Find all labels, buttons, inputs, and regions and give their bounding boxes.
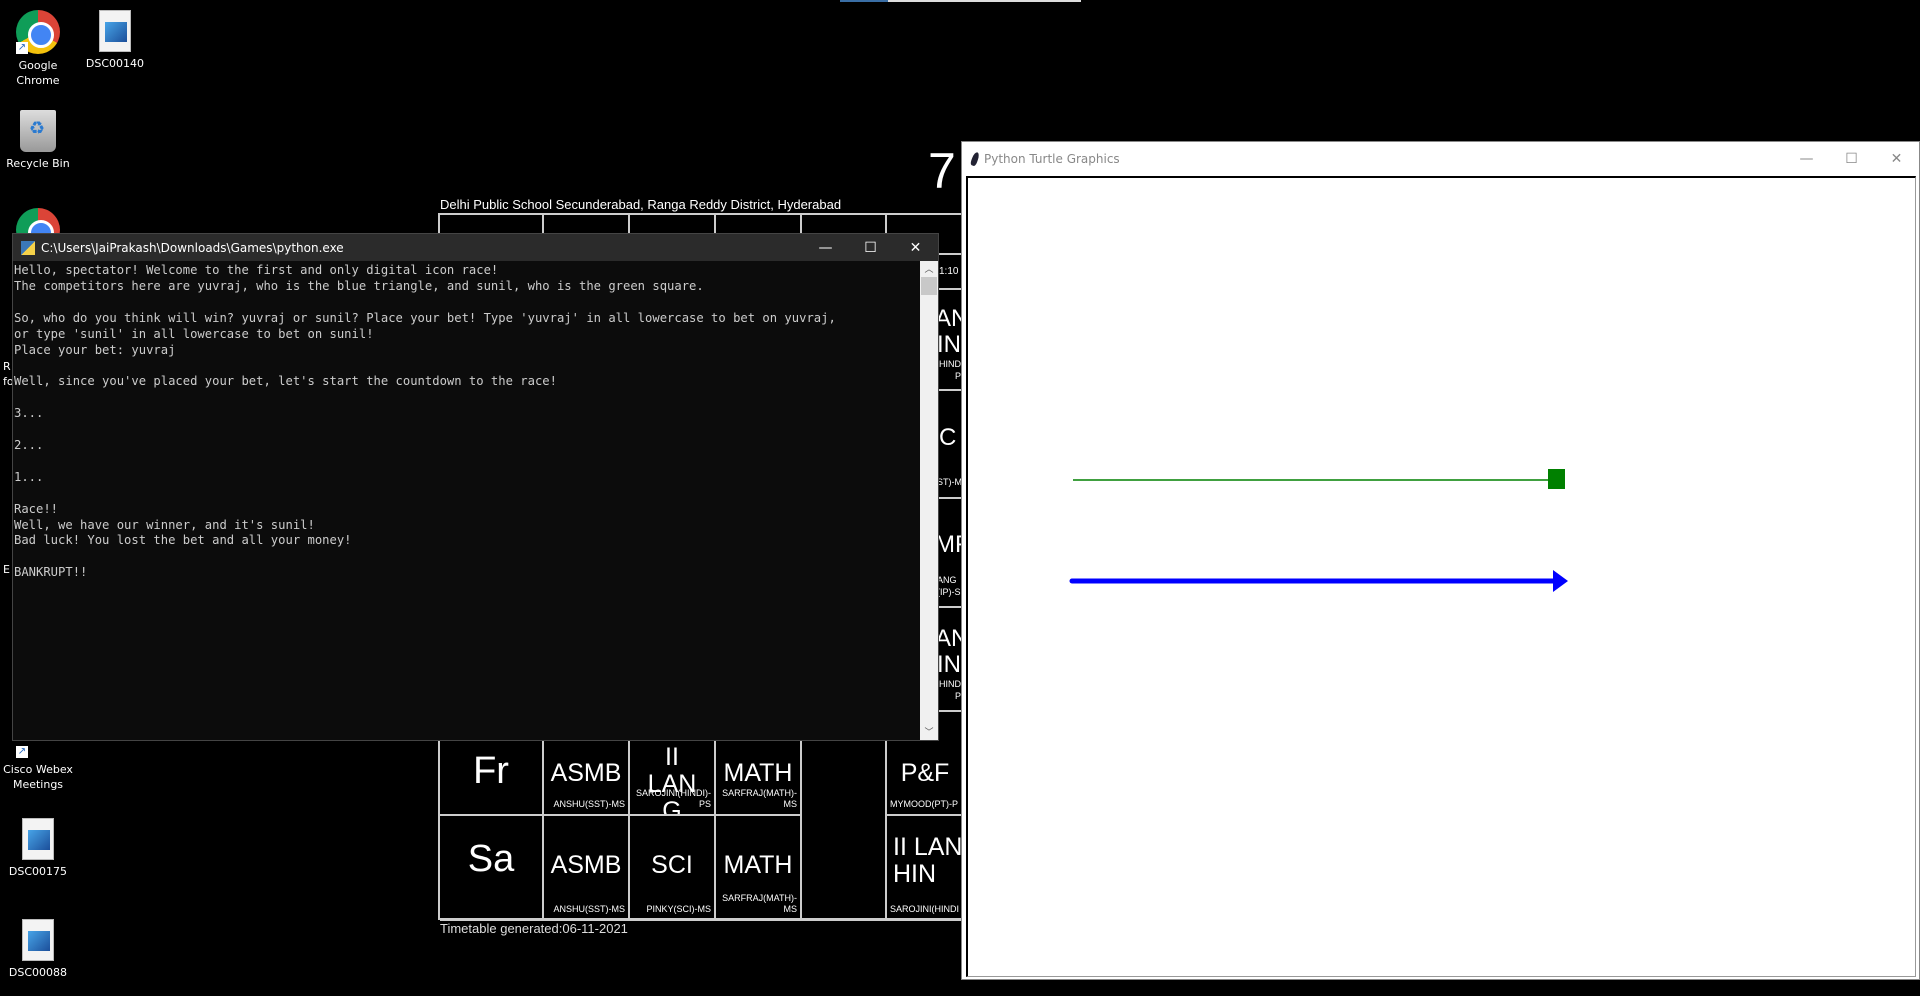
taskbar-fragment <box>840 0 1081 2</box>
console-title-bar[interactable]: C:\Users\JaiPrakash\Downloads\Games\pyth… <box>13 234 938 261</box>
timetable-cell: SCI PINKY(SCI)-MS <box>630 816 716 921</box>
feather-icon <box>969 150 981 167</box>
scroll-down-icon[interactable]: ﹀ <box>920 724 938 740</box>
shortcut-arrow-icon: ↗ <box>16 42 28 54</box>
turtle-graphics-window[interactable]: Python Turtle Graphics — ☐ ✕ <box>961 141 1920 980</box>
desktop-icon-label: DSC00140 <box>85 57 145 70</box>
console-title: C:\Users\JaiPrakash\Downloads\Games\pyth… <box>41 240 344 255</box>
desktop-icon-label: DSC00088 <box>8 966 68 979</box>
desktop-label-fragment: R <box>3 360 11 373</box>
desktop-label-fragment: E <box>3 563 10 576</box>
timetable-cell: ASMB ANSHU(SST)-MS <box>544 816 630 921</box>
turtle-canvas[interactable] <box>966 176 1916 977</box>
image-file-icon <box>22 919 54 961</box>
console-scrollbar[interactable]: ︿ ﹀ <box>920 261 938 740</box>
recycle-bin-icon <box>20 110 56 152</box>
timetable-cell: II LAN G HINSAROJINI(HINDI P <box>887 816 963 921</box>
timetable-footer: Timetable generated:06-11-2021 <box>440 921 628 936</box>
scrollbar-thumb[interactable] <box>921 277 937 295</box>
race-track <box>1069 469 1568 592</box>
image-file-icon <box>22 818 54 860</box>
minimize-button[interactable]: — <box>1784 151 1829 167</box>
close-button[interactable]: ✕ <box>1874 151 1919 167</box>
desktop-icon-label: Google Chrome <box>16 59 60 87</box>
timetable-class-number: 7 <box>928 143 956 199</box>
timetable-header: Delhi Public School Secunderabad, Ranga … <box>440 197 842 212</box>
chrome-icon: ↗ <box>16 10 60 54</box>
maximize-button[interactable]: ☐ <box>848 240 893 256</box>
desktop-icon-dsc00088[interactable]: DSC00088 <box>0 919 76 980</box>
console-window[interactable]: C:\Users\JaiPrakash\Downloads\Games\pyth… <box>12 233 939 741</box>
timetable-cell-empty <box>802 816 887 921</box>
turtle-window-title: Python Turtle Graphics <box>984 151 1120 166</box>
timetable-edge-column: 1:10 AN IN HINDI P C ST)-M MF ANG (IP)-S… <box>939 213 961 743</box>
timetable-day-sa: Sa <box>440 816 544 921</box>
desktop-icon-label: Recycle Bin <box>6 157 70 170</box>
desktop-icon-dsc00140[interactable]: DSC00140 <box>77 10 153 71</box>
desktop-icon-dsc00175[interactable]: DSC00175 <box>0 818 76 879</box>
minimize-button[interactable]: — <box>803 240 848 256</box>
turtle-title-bar[interactable]: Python Turtle Graphics — ☐ ✕ <box>962 142 1919 175</box>
close-button[interactable]: ✕ <box>893 240 938 256</box>
sunil-square-turtle <box>1548 469 1565 489</box>
python-icon <box>21 240 35 255</box>
desktop-icon-label: DSC00175 <box>8 865 68 878</box>
shortcut-arrow-icon: ↗ <box>16 746 28 758</box>
console-output[interactable]: Hello, spectator! Welcome to the first a… <box>13 261 920 740</box>
desktop-icon-label: Cisco Webex Meetings <box>3 763 73 791</box>
timetable-cell: MATH SARFRAJ(MATH)-MS <box>716 816 802 921</box>
yuvraj-triangle-turtle <box>1553 570 1568 592</box>
image-file-icon <box>99 10 131 52</box>
desktop-icon-chrome[interactable]: ↗ Google Chrome <box>0 10 76 88</box>
scroll-up-icon[interactable]: ︿ <box>920 261 938 277</box>
desktop-icon-recycle-bin[interactable]: Recycle Bin <box>0 110 76 171</box>
maximize-button[interactable]: ☐ <box>1829 151 1874 167</box>
